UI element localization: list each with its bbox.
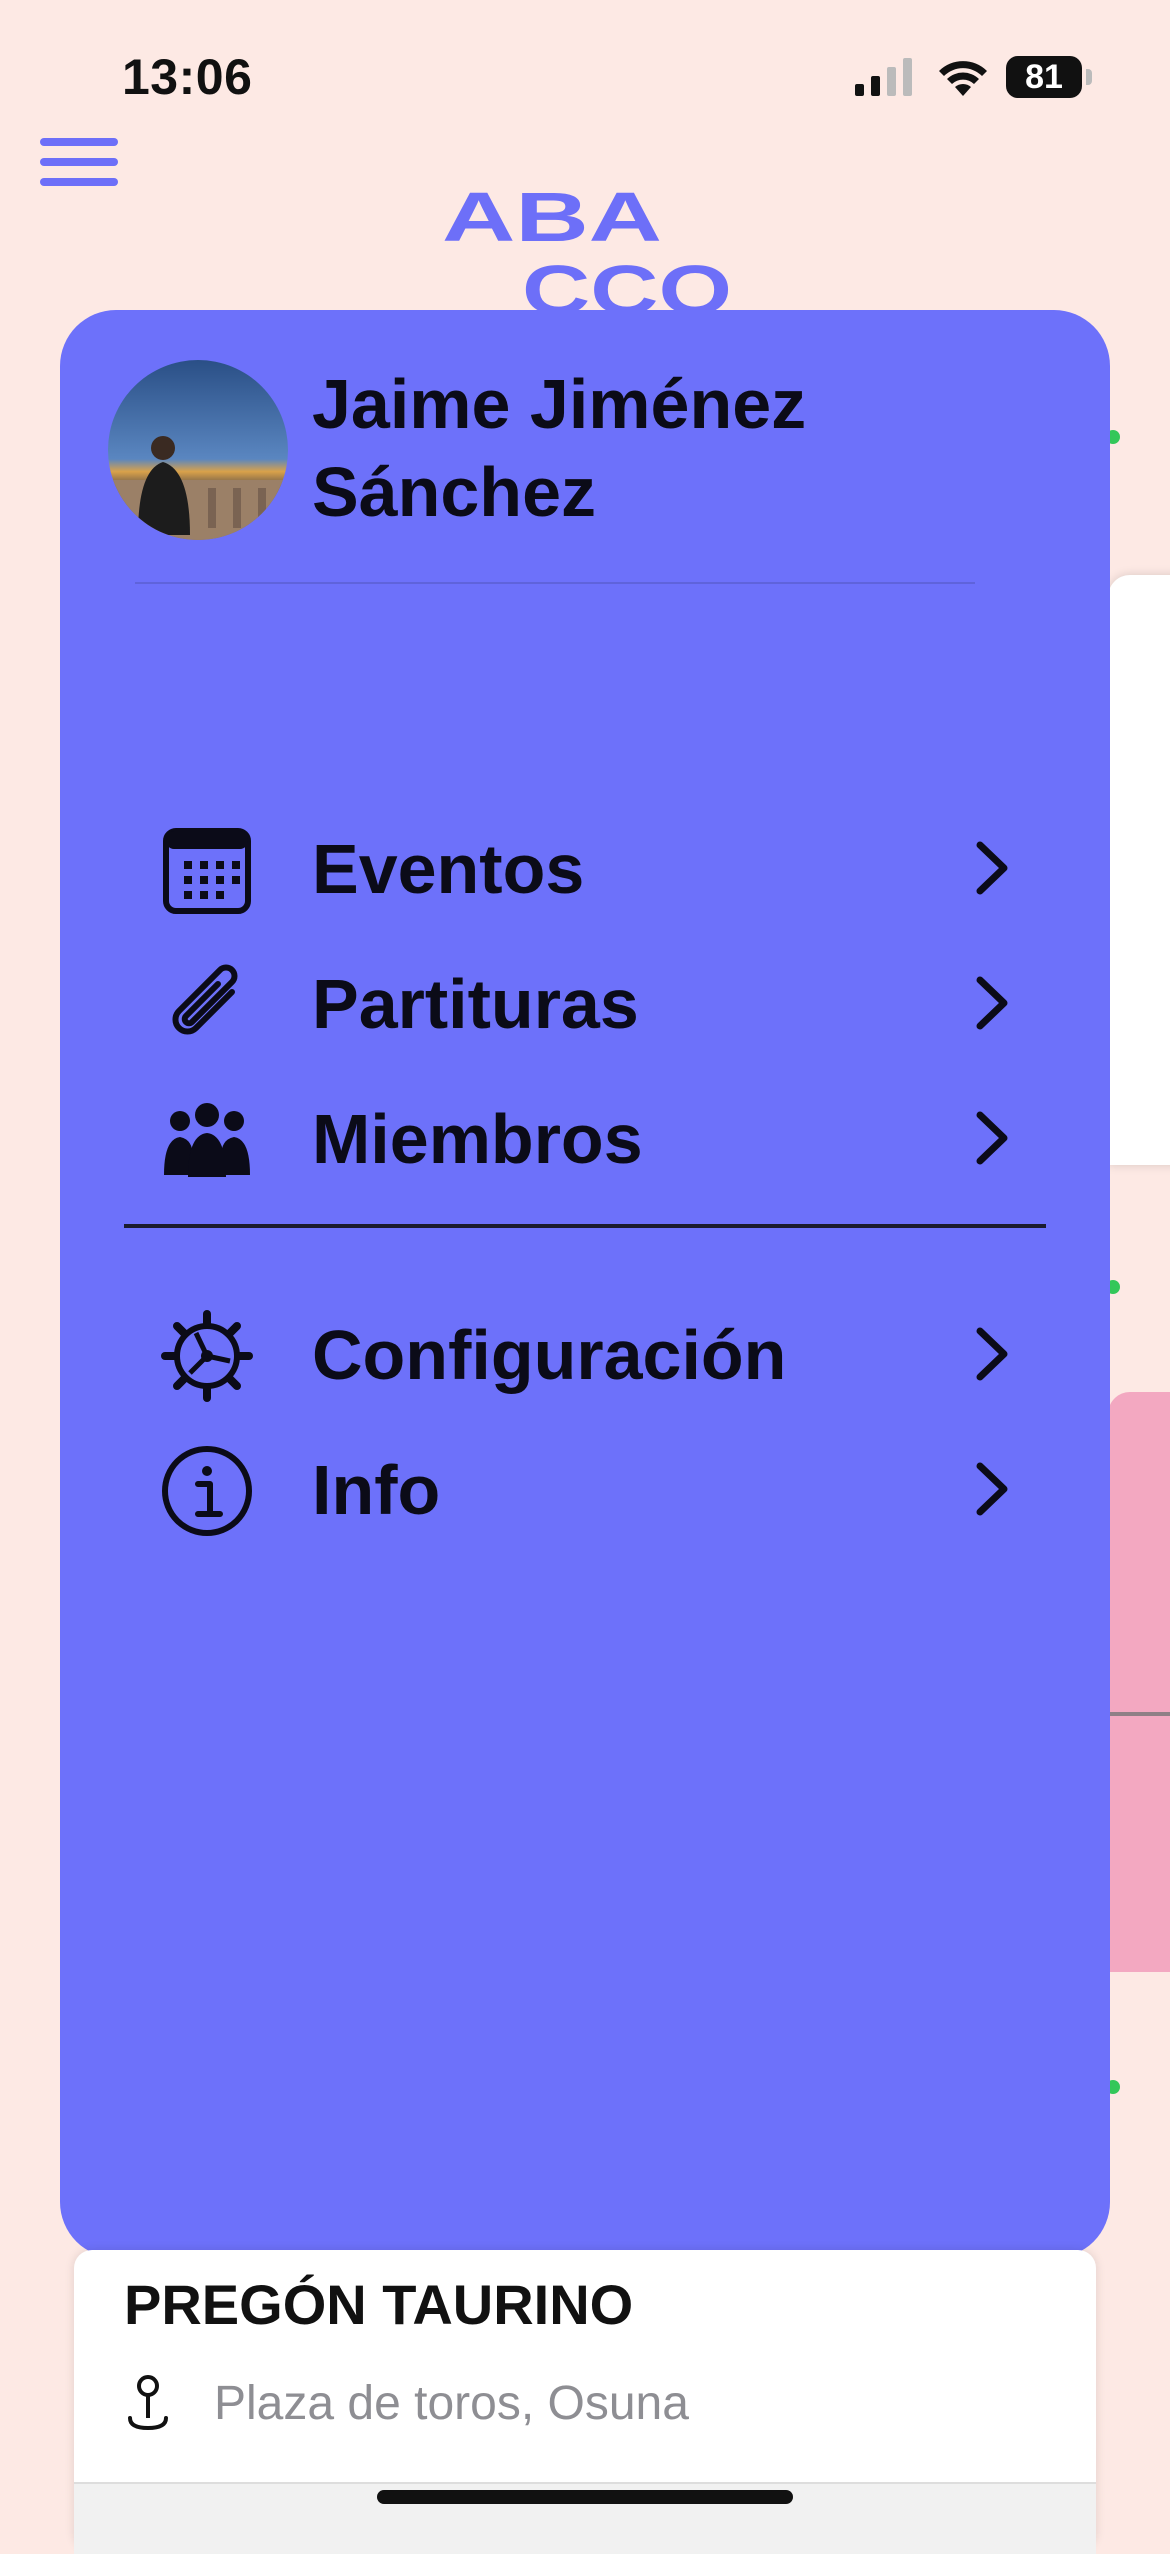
- notice-card-peek[interactable]: [1108, 575, 1170, 1165]
- svg-text:ABA: ABA: [442, 186, 662, 256]
- divider: [135, 582, 975, 584]
- menu-toggle-button[interactable]: [40, 138, 124, 192]
- paperclip-icon: [172, 964, 238, 1035]
- score-card-peek[interactable]: [1108, 1392, 1170, 1972]
- menu-item-label: Info: [312, 1451, 441, 1529]
- menu-item-label: Eventos: [312, 830, 585, 908]
- menu-item-configuracion[interactable]: Configuración: [160, 1293, 1040, 1413]
- user-name: Jaime Jiménez Sánchez: [312, 365, 807, 531]
- menu-divider: [124, 1224, 1046, 1228]
- chevron-right-icon: [976, 1327, 1008, 1381]
- location-pin-icon: [128, 2375, 168, 2431]
- menu-item-label: Partituras: [312, 965, 639, 1043]
- settings-icon: [161, 1310, 253, 1402]
- user-avatar[interactable]: [108, 360, 288, 540]
- menu-item-info[interactable]: Info: [160, 1428, 1040, 1548]
- home-indicator[interactable]: [377, 2490, 793, 2504]
- info-icon: [162, 1446, 252, 1536]
- users-icon: [164, 1103, 250, 1177]
- chevron-right-icon: [976, 1462, 1008, 1516]
- battery-icon: 81: [1006, 56, 1092, 98]
- menu-item-eventos[interactable]: Eventos: [160, 807, 1040, 927]
- battery-level: 81: [1006, 56, 1082, 98]
- event-card[interactable]: PREGÓN TAURINO Plaza de toros, Osuna: [74, 2250, 1096, 2554]
- status-time: 13:06: [122, 49, 253, 105]
- chevron-right-icon: [976, 976, 1008, 1030]
- menu-item-label: Miembros: [312, 1100, 643, 1178]
- svg-text:CCO: CCO: [522, 251, 732, 316]
- calendar-icon: [163, 828, 251, 914]
- menu-item-partituras[interactable]: Partituras: [160, 942, 1040, 1062]
- cellular-signal-icon: [855, 58, 912, 96]
- chevron-right-icon: [976, 841, 1008, 895]
- menu-item-label: Configuración: [312, 1316, 787, 1394]
- event-title: PREGÓN TAURINO: [124, 2273, 634, 2336]
- wifi-icon: [939, 61, 987, 96]
- chevron-right-icon: [976, 1111, 1008, 1165]
- side-drawer: Jaime Jiménez Sánchez Eventos Partituras: [60, 310, 1110, 2258]
- event-location: Plaza de toros, Osuna: [214, 2377, 689, 2430]
- menu-item-miembros[interactable]: Miembros: [160, 1077, 1040, 1197]
- app-logo: ABA CCO: [442, 186, 732, 316]
